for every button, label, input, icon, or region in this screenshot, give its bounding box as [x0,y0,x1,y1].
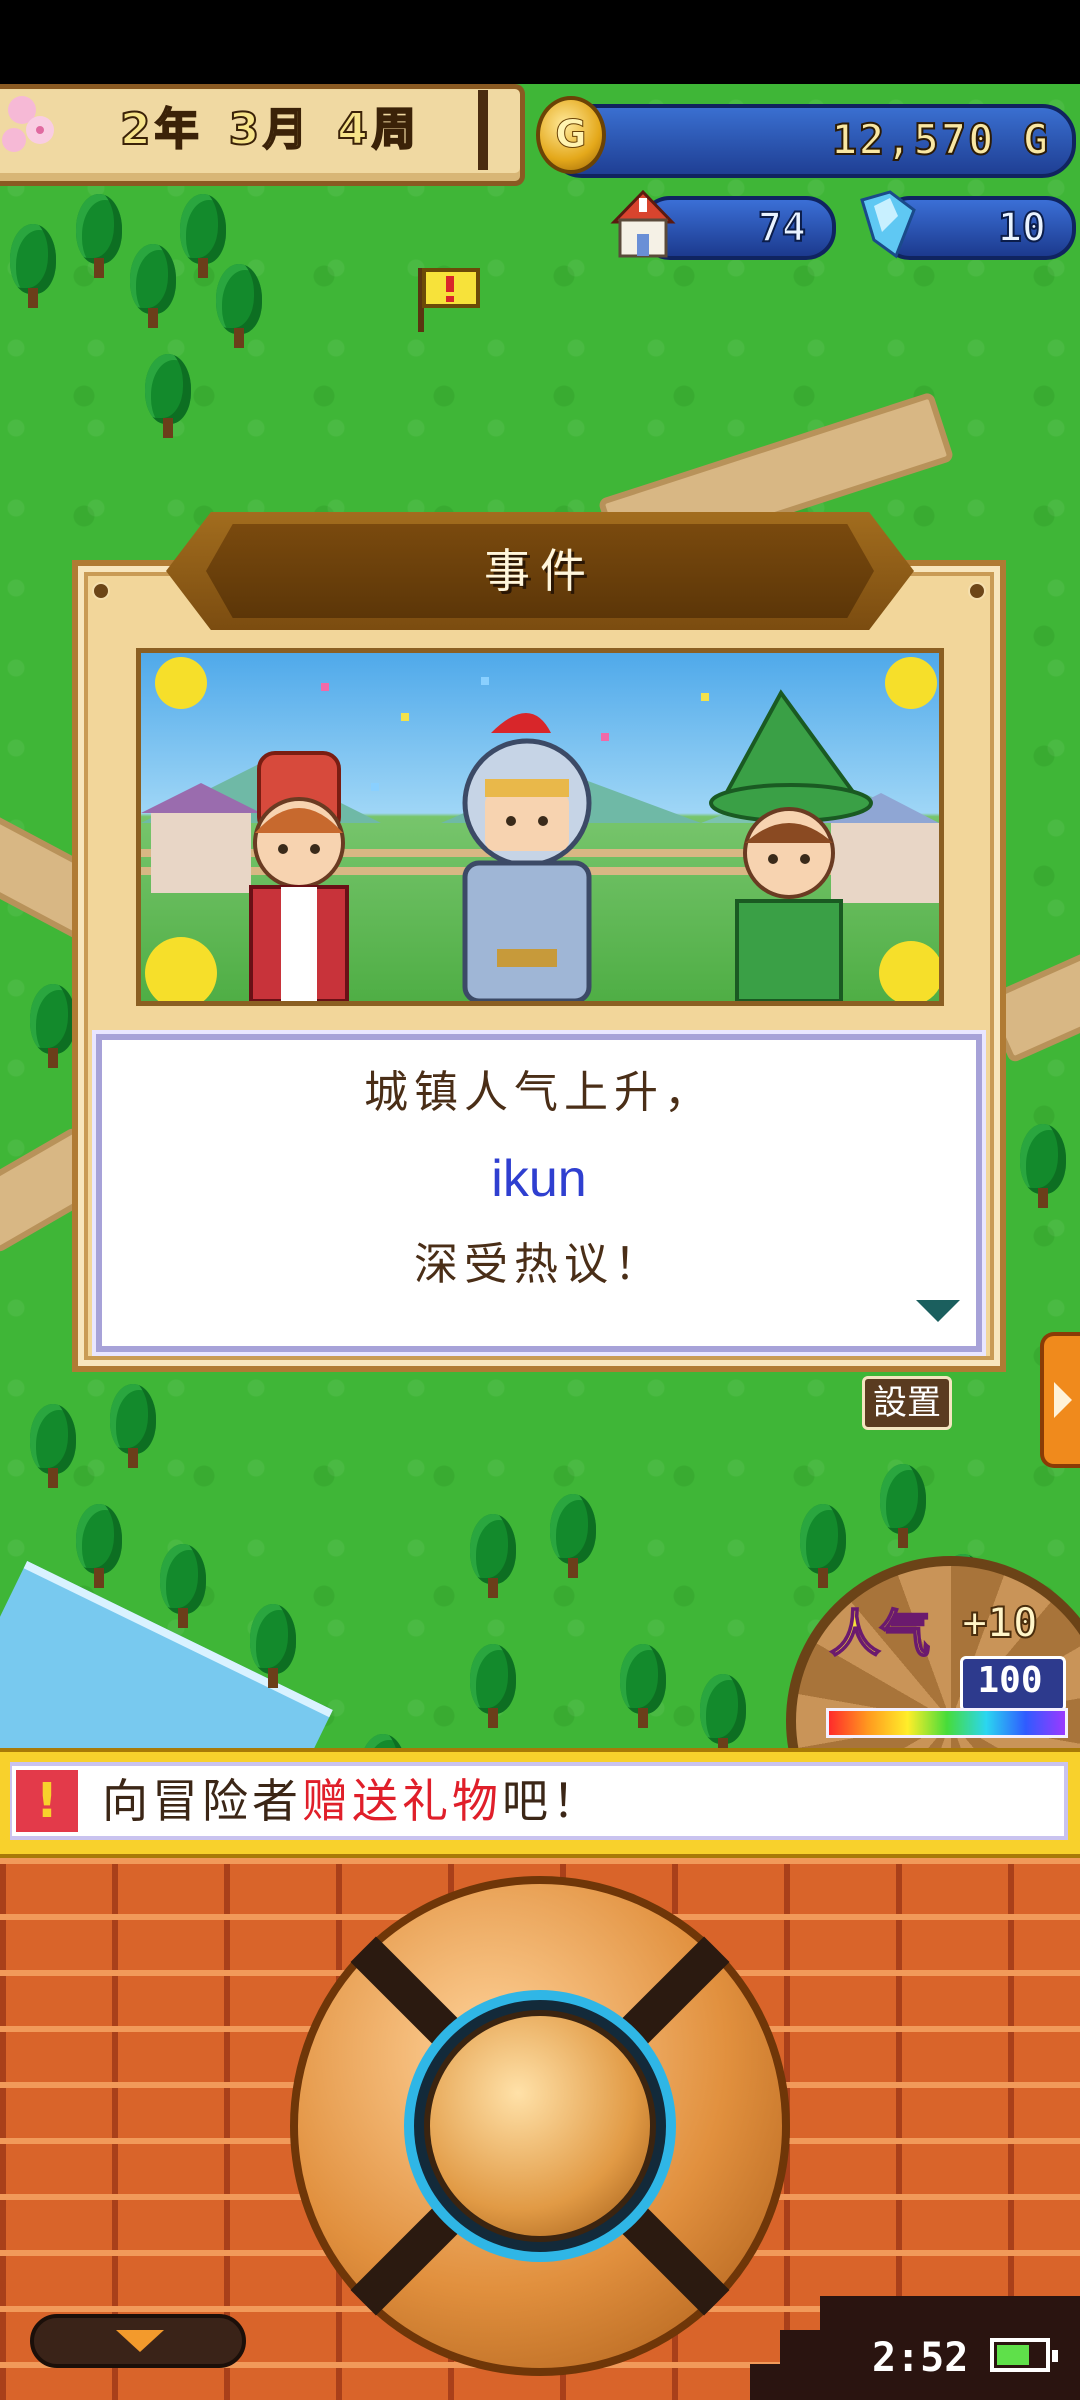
dpad-center-button[interactable] [424,2010,656,2242]
chevron-down-icon[interactable] [30,2314,246,2368]
hint-text-highlight: 赠送礼物 [302,1774,502,1828]
stair-step [750,2364,790,2400]
tree [76,1504,122,1590]
date-week: 4周 [336,103,420,156]
tree [700,1674,746,1748]
clock: 2:52 [872,2335,969,2381]
top-black-bar [0,0,1080,84]
popularity-bonus: +10 [961,1597,1039,1648]
exclamation-icon: ! [12,1766,82,1836]
popularity-bar-fill [829,1711,1065,1735]
house-icon [610,189,676,258]
tree [10,224,56,310]
tree [250,1604,296,1690]
tree [1020,1124,1066,1210]
hint-text[interactable]: 向冒险者赠送礼物吧！ [102,1764,602,1838]
tree [76,194,122,280]
tree [470,1644,516,1730]
tree [30,984,76,1070]
date-display: 2年 3月 4周 [119,92,420,168]
date-divider [478,90,488,170]
tree [160,1544,206,1630]
event-message-line: 深受热议！ [414,1239,664,1290]
gold-amount: 12,570 G [831,114,1050,165]
date-month: 3月 [228,103,312,156]
tree [216,264,262,350]
date-year: 2年 [119,103,203,156]
rivet [968,582,986,600]
tree [470,1514,516,1600]
tree [620,1644,666,1730]
cherry-blossom-icon [2,96,54,152]
crystal-icon [860,190,916,259]
tree [110,1384,156,1470]
popularity-value: 100 [977,1660,1043,1701]
tree [880,1464,926,1550]
exclamation-flag-icon[interactable] [412,262,488,338]
hint-text-before: 向冒险者 [102,1774,302,1828]
battery-fill [997,2345,1029,2365]
tree [145,354,191,440]
houses-count: 74 [757,204,807,252]
event-message-line: 城镇人气上升， [364,1067,714,1118]
tree [130,244,176,330]
side-expand-arrow-icon[interactable] [1040,1332,1080,1468]
tree [550,1494,596,1580]
dialog-title: 事件 [484,544,596,598]
gold-coin-icon: G [536,96,606,174]
townsfolk-celebration-illustration [136,648,944,1006]
tree [360,1734,406,1748]
event-message-name: ikun [491,1150,587,1208]
popularity-label: 人气 [829,1604,931,1664]
settings-button[interactable]: 設置 [862,1376,952,1430]
hint-text-after: 吧！ [502,1774,602,1828]
popularity-bar [826,1708,1068,1738]
rivet [92,582,110,600]
tree [30,1404,76,1490]
crystals-count: 10 [997,204,1047,252]
next-page-triangle-icon[interactable] [916,1300,960,1322]
tree [800,1504,846,1590]
battery-icon [990,2338,1058,2372]
